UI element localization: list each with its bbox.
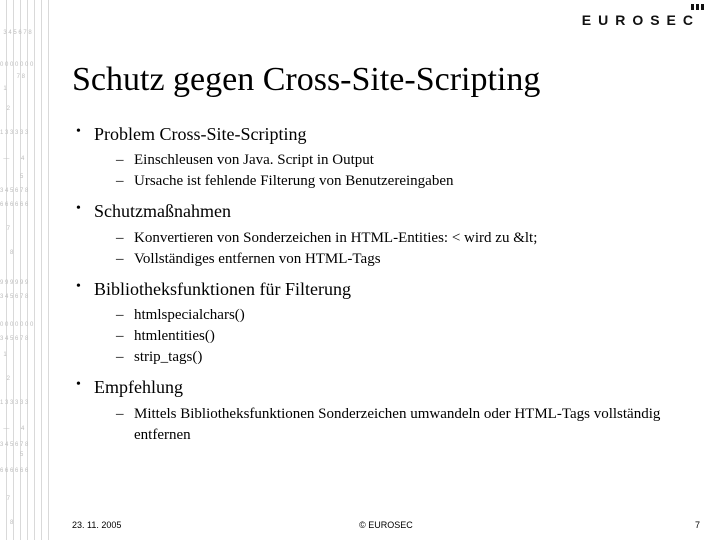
bullet-item: Empfehlung Mittels Bibliotheksfunktionen… <box>72 376 698 445</box>
bullet-heading: Empfehlung <box>94 377 183 397</box>
brand-logo-text: EUROSEC <box>582 12 700 28</box>
slide-footer: 23. 11. 2005 © EUROSEC 7 <box>72 520 700 530</box>
bullet-list: Problem Cross-Site-Scripting Einschleuse… <box>72 123 698 446</box>
brand-logo-marks-icon <box>691 4 704 10</box>
sub-item: Vollständiges entfernen von HTML-Tags <box>94 249 698 270</box>
sub-item: htmlspecialchars() <box>94 305 698 326</box>
sub-list: Einschleusen von Java. Script in Output … <box>94 150 698 192</box>
sub-list: Mittels Bibliotheksfunktionen Sonderzeic… <box>94 404 698 446</box>
footer-date: 23. 11. 2005 <box>72 520 121 530</box>
bullet-item: Schutzmaßnahmen Konvertieren von Sonderz… <box>72 200 698 269</box>
sub-item: strip_tags() <box>94 347 698 368</box>
footer-page-number: 7 <box>695 520 700 530</box>
sub-item: htmlentities() <box>94 326 698 347</box>
bullet-heading: Schutzmaßnahmen <box>94 201 231 221</box>
bullet-heading: Problem Cross-Site-Scripting <box>94 124 307 144</box>
brand-logo: EUROSEC <box>582 12 700 28</box>
slide-title: Schutz gegen Cross-Site-Scripting <box>72 60 698 99</box>
sub-list: htmlspecialchars() htmlentities() strip_… <box>94 305 698 368</box>
slide-content: Schutz gegen Cross-Site-Scripting Proble… <box>72 60 698 500</box>
sub-item: Einschleusen von Java. Script in Output <box>94 150 698 171</box>
bullet-item: Problem Cross-Site-Scripting Einschleuse… <box>72 123 698 192</box>
bullet-heading: Bibliotheksfunktionen für Filterung <box>94 279 351 299</box>
sub-item: Konvertieren von Sonderzeichen in HTML-E… <box>94 228 698 249</box>
sub-list: Konvertieren von Sonderzeichen in HTML-E… <box>94 228 698 270</box>
bullet-item: Bibliotheksfunktionen für Filterung html… <box>72 278 698 368</box>
decorative-number-columns: 3 4 5 6 7 8 0 0 0 0 0 0 0 7 8 1 2 1 3 3 … <box>0 0 58 540</box>
sub-item: Ursache ist fehlende Filterung von Benut… <box>94 171 698 192</box>
sub-item: Mittels Bibliotheksfunktionen Sonderzeic… <box>94 404 698 446</box>
footer-copyright: © EUROSEC <box>72 520 700 530</box>
